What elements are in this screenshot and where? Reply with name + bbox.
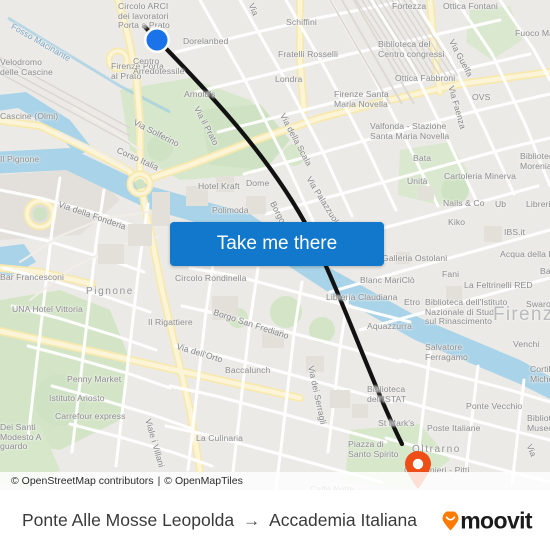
attribution-separator: | bbox=[157, 475, 161, 487]
moovit-wordmark: moovit bbox=[460, 507, 532, 533]
take-me-there-button[interactable]: Take me there bbox=[170, 222, 384, 266]
moovit-trip-screen: Circolo ARCI dei lavoratori Porta a Prat… bbox=[0, 0, 550, 550]
osm-attribution-link[interactable]: © OpenStreetMap contributors bbox=[11, 475, 154, 487]
trip-summary: Ponte Alle Mosse Leopolda → Accademia It… bbox=[22, 510, 417, 531]
moovit-pin-smile-icon bbox=[442, 510, 459, 530]
trip-destination-label: Accademia Italiana bbox=[269, 510, 417, 530]
map-canvas[interactable]: Circolo ARCI dei lavoratori Porta a Prat… bbox=[0, 0, 550, 490]
moovit-logo[interactable]: moovit bbox=[442, 507, 533, 534]
trip-footer: Ponte Alle Mosse Leopolda → Accademia It… bbox=[0, 490, 550, 550]
arrow-right-icon: → bbox=[243, 510, 261, 530]
take-me-there-label: Take me there bbox=[216, 233, 338, 254]
map-attribution: © OpenStreetMap contributors | © OpenMap… bbox=[0, 472, 550, 490]
openmaptiles-attribution-link[interactable]: © OpenMapTiles bbox=[164, 475, 243, 487]
trip-origin-label: Ponte Alle Mosse Leopolda bbox=[22, 510, 235, 530]
